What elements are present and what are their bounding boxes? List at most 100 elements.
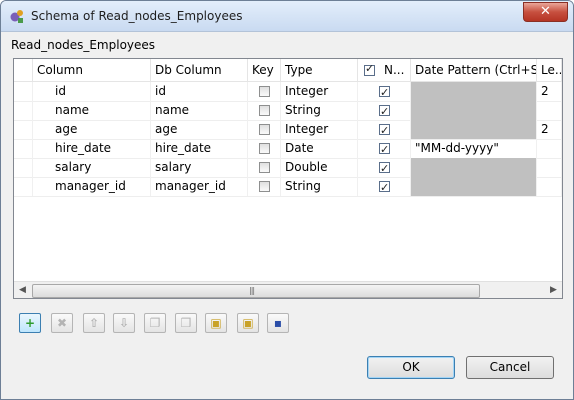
export-schema-button[interactable]: ▣ bbox=[237, 313, 259, 333]
cell-column[interactable]: hire_date bbox=[33, 139, 151, 158]
cell-length[interactable] bbox=[537, 158, 562, 177]
cell-nullable[interactable] bbox=[358, 177, 411, 196]
column-header-type[interactable]: Type bbox=[281, 59, 358, 81]
cell-date-pattern[interactable] bbox=[411, 101, 537, 120]
save-schema-button[interactable]: ▪ bbox=[267, 313, 289, 333]
cell-nullable[interactable] bbox=[358, 101, 411, 120]
cell-date-pattern[interactable] bbox=[411, 177, 537, 196]
title-bar: Schema of Read_nodes_Employees ✕ bbox=[1, 1, 573, 32]
cell-column[interactable]: name bbox=[33, 101, 151, 120]
cell-column[interactable]: manager_id bbox=[33, 177, 151, 196]
schema-dialog: Schema of Read_nodes_Employees ✕ Read_no… bbox=[0, 0, 574, 400]
key-checkbox[interactable] bbox=[259, 181, 270, 192]
cell-nullable[interactable] bbox=[358, 158, 411, 177]
column-header-key[interactable]: Key bbox=[248, 59, 281, 81]
horizontal-scrollbar[interactable]: ◀ ||| ▶ bbox=[14, 281, 562, 298]
delete-row-button[interactable]: ✖ bbox=[51, 313, 73, 333]
cell-key[interactable] bbox=[248, 139, 281, 158]
key-checkbox[interactable] bbox=[259, 86, 270, 97]
folder-export-icon: ▣ bbox=[242, 316, 254, 330]
cell-length[interactable] bbox=[537, 139, 562, 158]
cell-type[interactable]: Date bbox=[281, 139, 358, 158]
cell-key[interactable] bbox=[248, 177, 281, 196]
cell-nullable[interactable] bbox=[358, 120, 411, 139]
cell-type[interactable]: Double bbox=[281, 158, 358, 177]
cell-length[interactable]: 2 bbox=[537, 120, 562, 139]
nullable-checkbox[interactable] bbox=[379, 121, 390, 139]
table-row[interactable]: ageage Integer 2 bbox=[14, 120, 562, 140]
cell-type[interactable]: String bbox=[281, 177, 358, 196]
cell-key[interactable] bbox=[248, 82, 281, 101]
column-header-date-pattern[interactable]: Date Pattern (Ctrl+S... bbox=[411, 59, 537, 81]
cell-db-column[interactable]: hire_date bbox=[151, 139, 248, 158]
key-checkbox[interactable] bbox=[259, 143, 270, 154]
key-checkbox[interactable] bbox=[259, 124, 270, 135]
table-row[interactable]: hire_datehire_date Date "MM-dd-yyyy" bbox=[14, 139, 562, 159]
import-schema-button[interactable]: ▣ bbox=[205, 313, 227, 333]
cell-date-pattern[interactable]: "MM-dd-yyyy" bbox=[411, 139, 537, 158]
cell-db-column[interactable]: age bbox=[151, 120, 248, 139]
table-header: Column Db Column Key Type N... Date Patt… bbox=[14, 59, 562, 82]
nullable-checkbox[interactable] bbox=[379, 140, 390, 158]
cell-column[interactable]: age bbox=[33, 120, 151, 139]
cell-type[interactable]: String bbox=[281, 101, 358, 120]
copy-button[interactable]: ❐ bbox=[144, 313, 166, 333]
cell-date-pattern[interactable] bbox=[411, 120, 537, 139]
cell-column[interactable]: salary bbox=[33, 158, 151, 177]
cell-db-column[interactable]: id bbox=[151, 82, 248, 101]
arrow-up-icon: ⇧ bbox=[88, 316, 100, 330]
scroll-left-icon[interactable]: ◀ bbox=[14, 282, 31, 298]
table-row[interactable]: idid Integer 2 bbox=[14, 82, 562, 102]
column-header-column[interactable]: Column bbox=[33, 59, 151, 81]
column-header-length[interactable]: Le... bbox=[537, 59, 562, 81]
cell-db-column[interactable]: salary bbox=[151, 158, 248, 177]
row-selector[interactable] bbox=[14, 177, 33, 196]
nullable-checkbox[interactable] bbox=[379, 178, 390, 196]
cell-db-column[interactable]: manager_id bbox=[151, 177, 248, 196]
x-icon: ✖ bbox=[56, 316, 68, 330]
cell-type[interactable]: Integer bbox=[281, 120, 358, 139]
paste-button[interactable]: ❒ bbox=[175, 313, 197, 333]
cell-length[interactable] bbox=[537, 101, 562, 120]
window-title: Schema of Read_nodes_Employees bbox=[31, 9, 243, 23]
cell-key[interactable] bbox=[248, 101, 281, 120]
nullable-checkbox[interactable] bbox=[379, 102, 390, 120]
cell-length[interactable] bbox=[537, 177, 562, 196]
nullable-checkbox[interactable] bbox=[379, 83, 390, 101]
row-selector[interactable] bbox=[14, 158, 33, 177]
row-selector[interactable] bbox=[14, 120, 33, 139]
nullable-select-all-checkbox[interactable] bbox=[364, 62, 375, 76]
column-header-db-column[interactable]: Db Column bbox=[151, 59, 248, 81]
cell-length[interactable]: 2 bbox=[537, 82, 562, 101]
cell-date-pattern[interactable] bbox=[411, 158, 537, 177]
ok-button[interactable]: OK bbox=[367, 356, 455, 379]
row-selector[interactable] bbox=[14, 82, 33, 101]
scrollbar-grip-icon: ||| bbox=[249, 286, 255, 295]
table-row[interactable]: manager_id manager_id String bbox=[14, 177, 562, 197]
key-checkbox[interactable] bbox=[259, 162, 270, 173]
key-checkbox[interactable] bbox=[259, 105, 270, 116]
close-button[interactable]: ✕ bbox=[523, 2, 568, 22]
nullable-checkbox[interactable] bbox=[379, 159, 390, 177]
row-selector[interactable] bbox=[14, 101, 33, 120]
cell-column[interactable]: id bbox=[33, 82, 151, 101]
row-selector[interactable] bbox=[14, 139, 33, 158]
cell-date-pattern[interactable] bbox=[411, 82, 537, 101]
table-row[interactable]: name name String bbox=[14, 101, 562, 121]
scroll-right-icon[interactable]: ▶ bbox=[545, 282, 562, 298]
move-down-button[interactable]: ⇩ bbox=[113, 313, 135, 333]
cell-nullable[interactable] bbox=[358, 139, 411, 158]
cell-key[interactable] bbox=[248, 158, 281, 177]
table-row[interactable]: salary salary Double bbox=[14, 158, 562, 178]
move-up-button[interactable]: ⇧ bbox=[83, 313, 105, 333]
scrollbar-thumb[interactable]: ||| bbox=[32, 284, 480, 298]
cell-key[interactable] bbox=[248, 120, 281, 139]
add-row-button[interactable]: + bbox=[19, 313, 41, 333]
cancel-button[interactable]: Cancel bbox=[466, 356, 554, 379]
cell-nullable[interactable] bbox=[358, 82, 411, 101]
cell-db-column[interactable]: name bbox=[151, 101, 248, 120]
plus-icon: + bbox=[24, 316, 36, 330]
arrow-down-icon: ⇩ bbox=[118, 316, 130, 330]
copy-icon: ❐ bbox=[149, 316, 161, 330]
cell-type[interactable]: Integer bbox=[281, 82, 358, 101]
